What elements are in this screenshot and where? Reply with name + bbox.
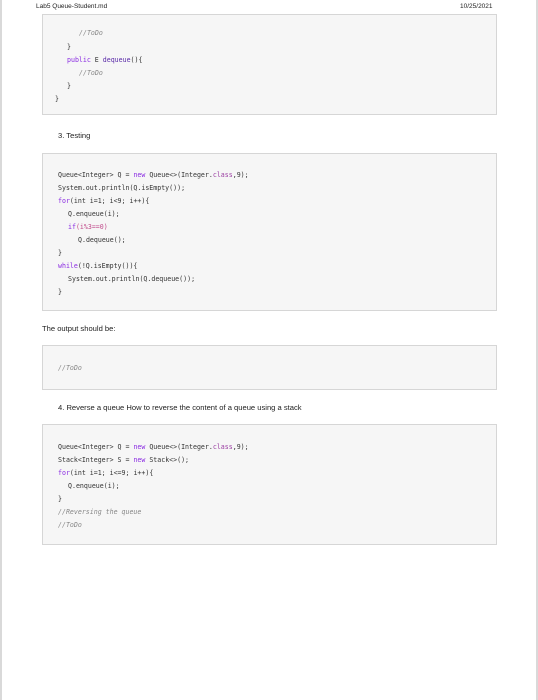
code-line: Q.enqueue(i); xyxy=(68,210,120,218)
code-line: } xyxy=(58,495,62,503)
page-edge-left xyxy=(0,0,2,700)
document-date: 10/25/2021 xyxy=(460,3,493,10)
code-line: Q.enqueue(i); xyxy=(68,482,120,490)
code-block-output: //ToDo xyxy=(42,345,497,390)
code-line: public E dequeue(){ xyxy=(67,56,143,64)
code-line: } xyxy=(67,82,71,90)
code-line: } xyxy=(58,249,62,257)
code-line: //ToDo xyxy=(79,69,103,77)
code-line: Stack<Integer> S = new Stack<>(); xyxy=(58,456,190,464)
section-heading-testing: 3. Testing xyxy=(58,131,91,140)
output-label: The output should be: xyxy=(42,324,116,333)
code-line: } xyxy=(58,288,62,296)
code-block-testing: Queue<Integer> Q = new Queue<>(Integer.c… xyxy=(42,153,497,311)
code-line: //Reversing the queue xyxy=(58,508,142,516)
code-block-reverse: Queue<Integer> Q = new Queue<>(Integer.c… xyxy=(42,424,497,545)
code-line: } xyxy=(55,95,59,103)
code-line: //ToDo xyxy=(79,29,103,37)
code-line: System.out.println(Q.isEmpty()); xyxy=(58,184,186,192)
code-line: //ToDo xyxy=(58,521,82,529)
code-line: System.out.println(Q.dequeue()); xyxy=(68,275,196,283)
code-line: Q.dequeue(); xyxy=(78,236,126,244)
document-file-name: Lab5 Queue-Student.md xyxy=(36,3,108,10)
code-line: //ToDo xyxy=(58,364,82,372)
section-heading-reverse: 4. Reverse a queue How to reverse the co… xyxy=(58,403,302,412)
code-line: for(int i=1; i<=9; i++){ xyxy=(58,469,154,477)
code-block-dequeue: //ToDo } public E dequeue(){ //ToDo } } xyxy=(42,14,497,115)
code-line: Queue<Integer> Q = new Queue<>(Integer.c… xyxy=(58,443,249,451)
code-line: for(int i=1; i<9; i++){ xyxy=(58,197,150,205)
code-line: } xyxy=(67,43,71,51)
code-line: if(i%3==0) xyxy=(68,223,108,231)
code-line: while(!Q.isEmpty()){ xyxy=(58,262,138,270)
code-line: Queue<Integer> Q = new Queue<>(Integer.c… xyxy=(58,171,249,179)
